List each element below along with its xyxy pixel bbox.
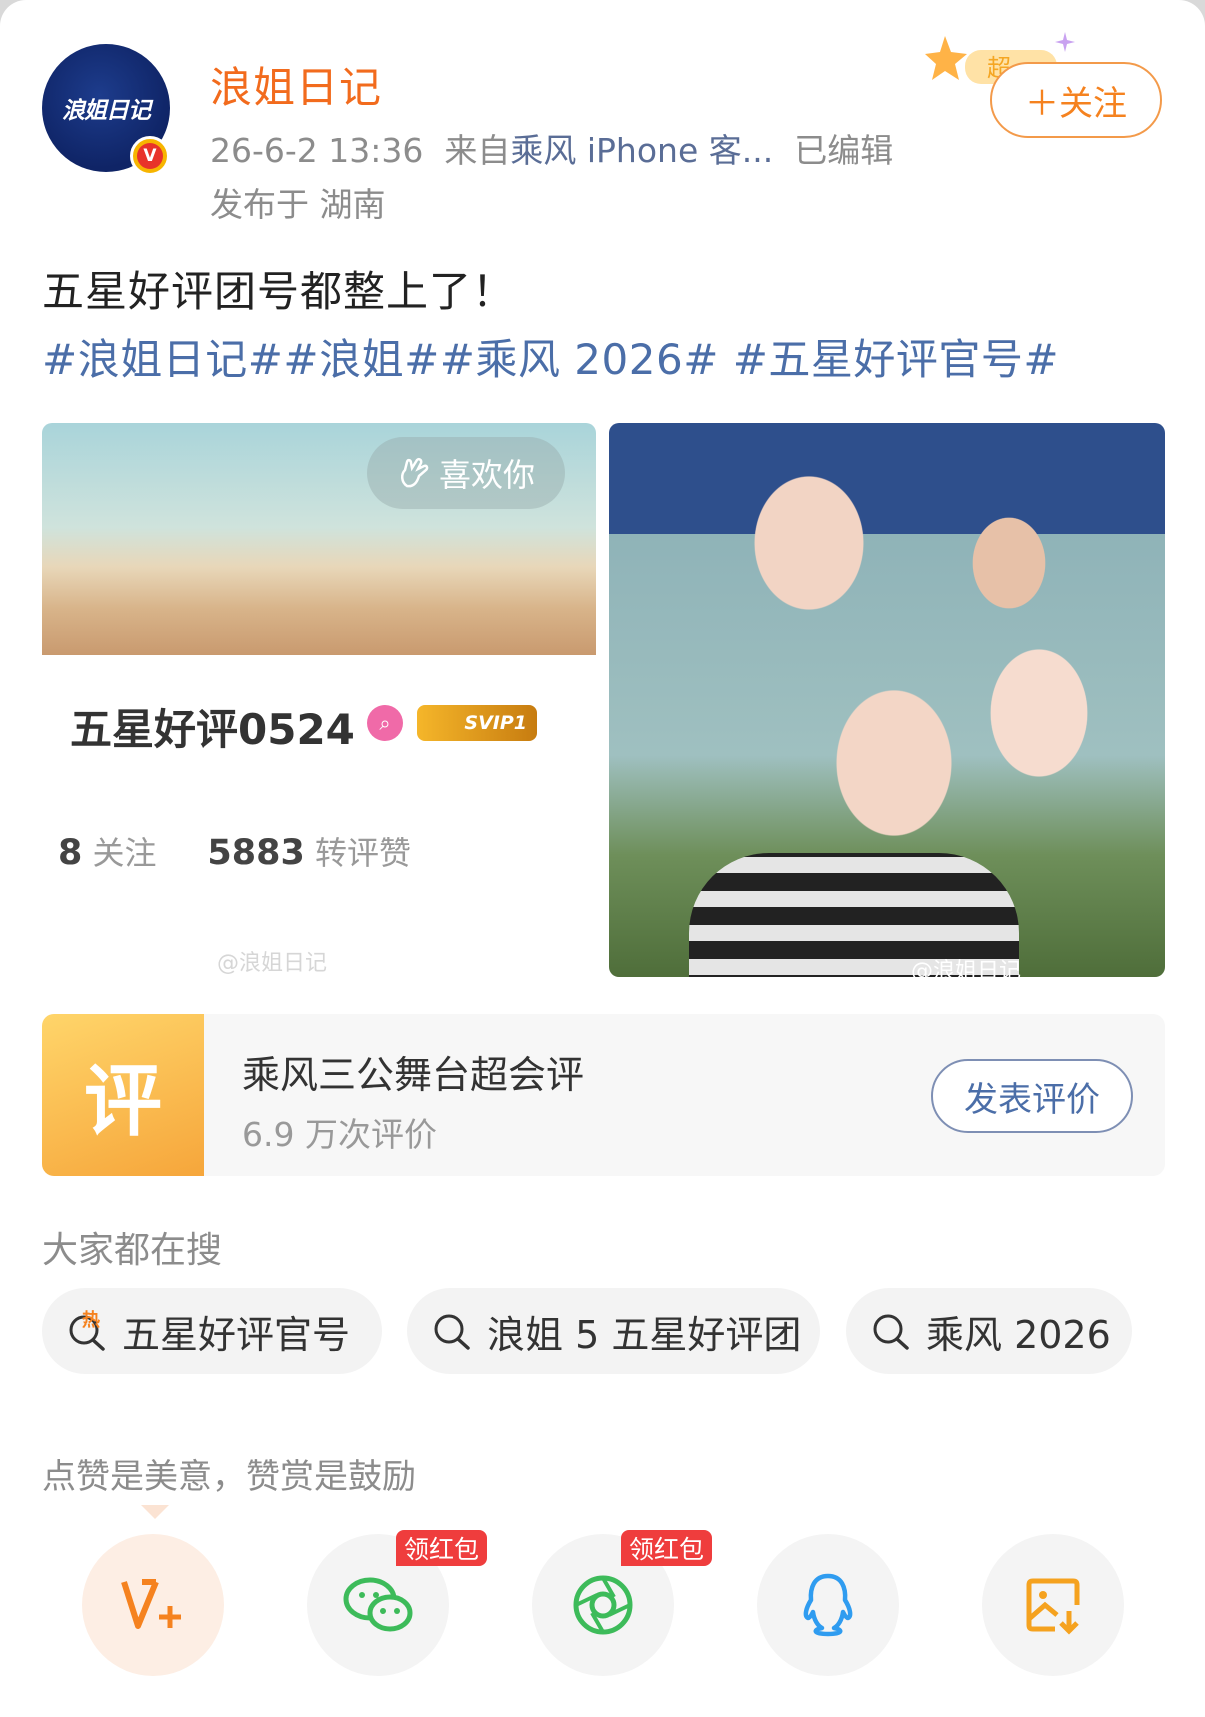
wechat-icon	[343, 1577, 413, 1632]
review-thumbnail: 评	[42, 1014, 204, 1176]
weibo-post-card: 浪姐日记 V 浪姐日记 26-6-2 13:36 来自乘风 iPhone 客..…	[0, 0, 1205, 1717]
image-watermark: @浪姐日记	[911, 959, 1022, 977]
search-badge-icon: ⌕	[367, 705, 403, 741]
search-chip[interactable]: 热 五星好评官号	[42, 1288, 382, 1374]
follow-button[interactable]: ＋关注	[990, 62, 1162, 138]
avatar-logo-text: 浪姐日记	[62, 98, 151, 124]
image-watermark: @浪姐日记	[217, 951, 328, 976]
verified-badge-label: V	[137, 143, 163, 169]
search-icon	[434, 1314, 470, 1350]
author-name[interactable]: 浪姐日记	[210, 54, 382, 115]
interact-count-label: 转评赞	[315, 834, 412, 872]
post-hashtags[interactable]: #浪姐日记##浪姐##乘风 2026# #五星好评官号#	[42, 326, 1059, 387]
post-source-prefix: 来自	[444, 131, 511, 170]
search-chip-label: 五星好评官号	[122, 1312, 351, 1357]
tip-pointer	[141, 1505, 169, 1519]
review-title: 乘风三公舞台超会评	[242, 1053, 585, 1097]
hot-mark: 热	[82, 1310, 100, 1331]
post-text: 五星好评团号都整上了！	[42, 267, 516, 316]
verified-badge-icon: V	[130, 136, 170, 176]
profile-name: 五星好评0524	[70, 705, 355, 754]
qq-icon	[803, 1573, 853, 1637]
svip-badge: SVIP1	[417, 705, 537, 741]
like-you-label: 喜欢你	[438, 456, 535, 494]
hot-search-icon: 热	[69, 1310, 105, 1351]
post-time: 26-6-2 13:36	[210, 131, 424, 170]
post-image-1[interactable]: 喜欢你 五星好评0524 ⌕ SVIP1 8 关注 5883 转评赞 @浪姐日记	[42, 423, 596, 977]
reward-icon	[121, 1579, 181, 1629]
search-chip[interactable]: 乘风 2026	[846, 1288, 1132, 1374]
interact-count: 5883	[207, 833, 305, 873]
save-image-button[interactable]	[982, 1534, 1124, 1676]
review-count: 6.9 万次评价	[242, 1115, 437, 1154]
save-image-icon	[1026, 1578, 1080, 1635]
post-source[interactable]: 乘风 iPhone 客...	[510, 131, 773, 170]
post-meta: 26-6-2 13:36 来自乘风 iPhone 客... 已编辑	[210, 124, 893, 172]
search-chip[interactable]: 浪姐 5 五星好评团	[407, 1288, 820, 1374]
follow-count-label: 关注	[92, 834, 157, 872]
post-image-2[interactable]: @浪姐日记	[609, 423, 1165, 977]
edited-label[interactable]: 已编辑	[794, 131, 893, 170]
follow-count: 8	[58, 833, 83, 873]
reward-tip: 点赞是美意，赞赏是鼓励	[42, 1457, 416, 1497]
search-chip-label: 乘风 2026	[926, 1312, 1111, 1357]
trending-search-heading: 大家都在搜	[42, 1230, 223, 1271]
moments-icon	[573, 1575, 633, 1635]
hand-icon	[400, 457, 429, 488]
red-packet-badge: 领红包	[396, 1530, 488, 1566]
review-card[interactable]: 评 乘风三公舞台超会评 6.9 万次评价 发表评价	[42, 1014, 1165, 1176]
share-qq-button[interactable]	[757, 1534, 899, 1676]
red-packet-badge: 领红包	[621, 1530, 713, 1566]
search-icon	[873, 1314, 909, 1350]
profile-banner: 喜欢你	[42, 423, 596, 655]
like-you-pill: 喜欢你	[367, 437, 565, 509]
post-review-button[interactable]: 发表评价	[931, 1059, 1133, 1133]
profile-stats: 8 关注 5883 转评赞	[58, 828, 411, 874]
reward-button[interactable]	[82, 1534, 224, 1676]
post-location: 发布于 湖南	[210, 185, 386, 224]
search-chip-label: 浪姐 5 五星好评团	[487, 1312, 802, 1357]
